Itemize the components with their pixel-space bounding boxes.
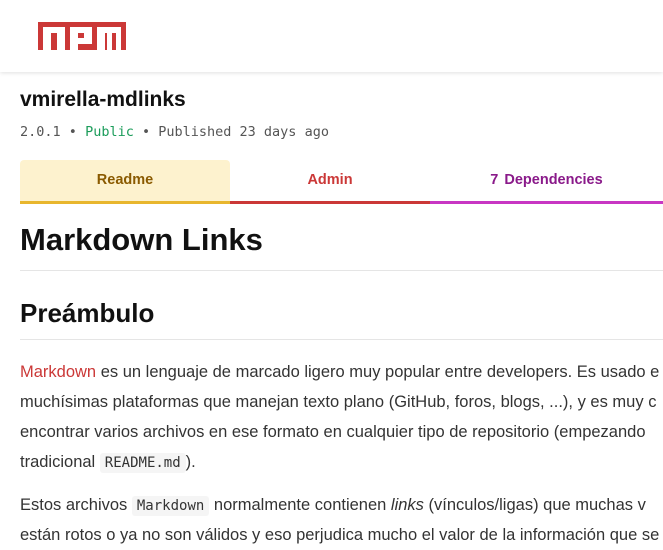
npm-logo-icon bbox=[38, 22, 126, 54]
dependencies-count: 7 bbox=[490, 172, 499, 188]
paragraph-text: tradicional bbox=[20, 453, 100, 471]
tab-label: Dependencies bbox=[504, 172, 603, 188]
section-heading: Preámbulo bbox=[20, 298, 663, 340]
package-version: 2.0.1 bbox=[20, 124, 61, 140]
tab-label: Admin bbox=[307, 172, 353, 188]
tab-label: Readme bbox=[96, 172, 154, 188]
emphasis-text: links bbox=[390, 496, 424, 514]
paragraph-text: encontrar varios archivos en ese formato… bbox=[20, 423, 646, 441]
readme-paragraph: Estos archivos Markdown normalmente cont… bbox=[20, 490, 663, 550]
npm-logo[interactable] bbox=[38, 22, 126, 54]
paragraph-text: muchísimas plataformas que manejan texto… bbox=[20, 393, 657, 411]
tab-readme[interactable]: Readme bbox=[20, 160, 230, 204]
tab-admin[interactable]: Admin bbox=[230, 160, 430, 204]
tab-dependencies[interactable]: 7 Dependencies bbox=[430, 160, 663, 204]
paragraph-text: ). bbox=[185, 453, 196, 471]
package-meta: 2.0.1 • Public • Published 23 days ago bbox=[20, 124, 329, 140]
paragraph-text: es un lenguaje de marcado ligero muy pop… bbox=[96, 363, 660, 381]
package-tabs: Readme Admin 7 Dependencies bbox=[20, 160, 663, 204]
readme-title: Markdown Links bbox=[20, 222, 663, 271]
package-name: vmirella-mdlinks bbox=[20, 88, 186, 111]
markdown-link[interactable]: Markdown bbox=[20, 363, 96, 381]
readme-paragraph: Markdown es un lenguaje de marcado liger… bbox=[20, 357, 663, 477]
paragraph-text: (vínculos/ligas) que muchas v bbox=[423, 496, 646, 514]
paragraph-text: normalmente contienen bbox=[209, 496, 391, 514]
paragraph-text: Estos archivos bbox=[20, 496, 132, 514]
paragraph-text: están rotos o ya no son válidos y eso pe… bbox=[20, 526, 660, 544]
published-date: Published 23 days ago bbox=[158, 124, 329, 140]
meta-separator: • bbox=[68, 124, 77, 140]
site-header bbox=[0, 0, 663, 72]
visibility-badge: Public bbox=[85, 124, 134, 140]
inline-code: Markdown bbox=[131, 496, 210, 516]
meta-separator: • bbox=[141, 124, 151, 140]
inline-code: README.md bbox=[99, 453, 186, 473]
